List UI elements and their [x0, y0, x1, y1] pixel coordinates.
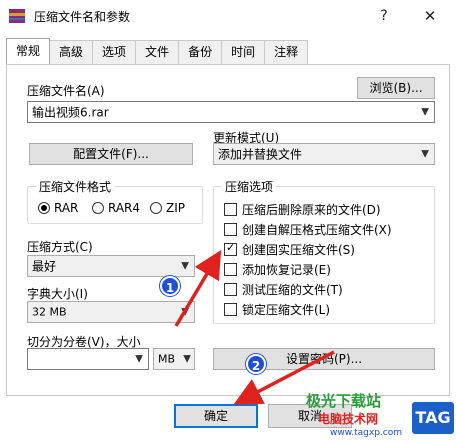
options-group: 压缩选项 压缩后删除原来的文件(D) 创建自解压格式压缩文件(X) 创建固实压缩… — [213, 178, 435, 324]
radio-button — [92, 202, 104, 214]
general-panel: 压缩文件名(A) 浏览(B)... 输出视频6.rar ▼ 更新模式(U) 配置… — [6, 64, 450, 396]
ok-button[interactable]: 确定 — [174, 404, 258, 428]
method-select[interactable]: 最好 ▼ — [27, 255, 195, 277]
chevron-down-icon: ▼ — [181, 260, 189, 272]
dictionary-value: 32 MB — [32, 305, 67, 319]
watermark-tag-logo: TAG — [412, 402, 454, 434]
checkbox — [224, 222, 237, 236]
window-title: 压缩文件名和参数 — [34, 10, 131, 24]
checkbox — [224, 262, 237, 276]
title-bar: 压缩文件名和参数 ? ✕ — [0, 0, 456, 32]
radio-button-selected — [38, 202, 50, 214]
radio-rar4[interactable]: RAR4 — [92, 201, 140, 215]
dictionary-select[interactable]: 32 MB ▼ — [27, 301, 195, 323]
checkbox — [224, 302, 237, 316]
options-group-title: 压缩选项 — [222, 178, 277, 195]
option-recovery-record[interactable]: 添加恢复记录(E) — [224, 261, 331, 277]
watermark-url: www.tagxp.com — [330, 428, 402, 438]
tab-backup[interactable]: 备份 — [178, 40, 223, 64]
format-group: 压缩文件格式 RAR RAR4 ZIP — [27, 178, 203, 224]
option-delete-after[interactable]: 压缩后删除原来的文件(D) — [224, 201, 381, 217]
checkbox — [224, 282, 237, 296]
archive-name-value: 输出视频6.rar — [32, 105, 109, 120]
tab-options[interactable]: 选项 — [92, 40, 137, 64]
update-mode-select[interactable]: 添加并替换文件 ▼ — [213, 143, 435, 165]
split-size-input[interactable]: ▼ — [27, 348, 149, 370]
radio-button — [150, 202, 162, 214]
chevron-down-icon: ▼ — [183, 353, 191, 365]
step-badge-1: 1 — [160, 276, 180, 296]
chevron-down-icon: ▼ — [135, 353, 143, 365]
watermark: 极光下载站 电脑技术网 www.tagxp.com TAG — [300, 388, 456, 443]
format-group-title: 压缩文件格式 — [36, 178, 115, 195]
update-mode-value: 添加并替换文件 — [218, 147, 303, 162]
split-unit-select[interactable]: MB ▼ — [153, 348, 195, 370]
method-value: 最好 — [32, 259, 57, 274]
archive-name-label: 压缩文件名(A) — [27, 84, 105, 98]
method-label: 压缩方式(C) — [27, 240, 93, 254]
option-lock-archive[interactable]: 锁定压缩文件(L) — [224, 301, 330, 317]
chevron-down-icon: ▼ — [421, 106, 429, 118]
tab-files[interactable]: 文件 — [135, 40, 180, 64]
split-unit-value: MB — [158, 352, 176, 366]
checkbox-checked — [224, 241, 237, 256]
radio-rar[interactable]: RAR — [38, 201, 78, 215]
step-badge-2: 2 — [246, 354, 266, 374]
option-solid[interactable]: 创建固实压缩文件(S) — [224, 241, 355, 257]
option-sfx[interactable]: 创建自解压格式压缩文件(X) — [224, 221, 392, 237]
tab-bar: 常规 高级 选项 文件 备份 时间 注释 — [6, 38, 309, 64]
close-button[interactable]: ✕ — [418, 6, 442, 26]
tab-general[interactable]: 常规 — [6, 38, 51, 64]
checkbox — [224, 202, 237, 216]
watermark-line1: 极光下载站 — [306, 392, 382, 410]
option-test-files[interactable]: 测试压缩的文件(T) — [224, 281, 343, 297]
tab-time[interactable]: 时间 — [221, 40, 266, 64]
profile-button[interactable]: 配置文件(F)... — [29, 143, 193, 165]
dictionary-label: 字典大小(I) — [27, 287, 88, 301]
chevron-down-icon: ▼ — [421, 148, 429, 160]
tab-advanced[interactable]: 高级 — [49, 40, 94, 64]
browse-button[interactable]: 浏览(B)... — [357, 77, 435, 99]
winrar-app-icon — [9, 9, 25, 23]
radio-zip[interactable]: ZIP — [150, 201, 185, 215]
watermark-line2: 电脑技术网 — [318, 412, 379, 426]
tab-comment[interactable]: 注释 — [264, 40, 309, 64]
help-button[interactable]: ? — [374, 6, 394, 26]
archive-name-input[interactable]: 输出视频6.rar ▼ — [27, 101, 435, 123]
chevron-down-icon: ▼ — [181, 306, 189, 318]
